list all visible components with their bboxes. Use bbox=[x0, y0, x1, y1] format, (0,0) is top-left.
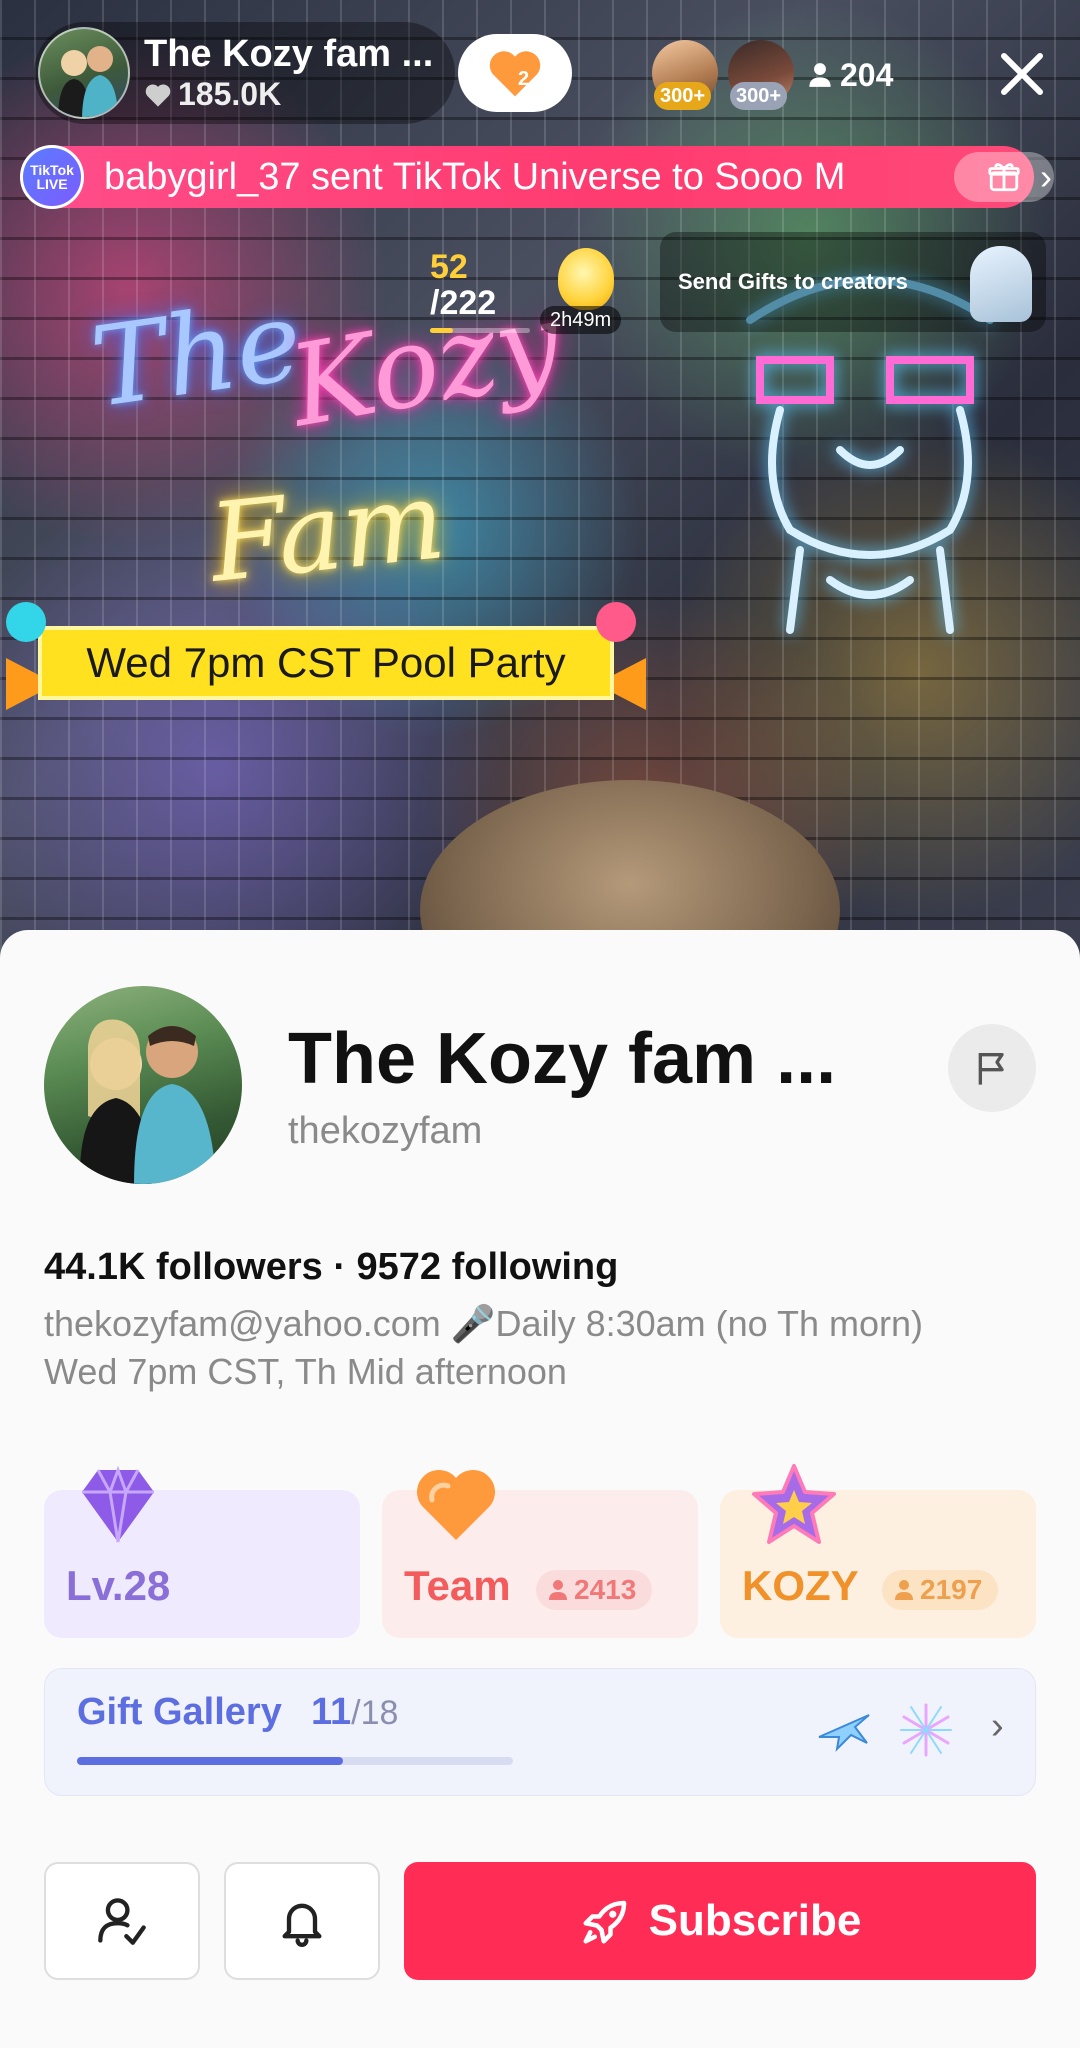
subscribe-label: Subscribe bbox=[648, 1896, 862, 1945]
host-likes-count: 185.0K bbox=[178, 76, 282, 112]
star-icon bbox=[752, 1464, 836, 1544]
follow-count: 2 bbox=[518, 68, 530, 90]
gift-gallery-progress-bar bbox=[77, 1757, 513, 1765]
person-icon bbox=[809, 63, 831, 87]
viewer-count[interactable]: 204 bbox=[808, 52, 893, 98]
balloon-icon bbox=[596, 602, 636, 642]
top-viewer-badge: 300+ bbox=[654, 82, 712, 110]
profile-name: The Kozy fam ... bbox=[288, 1019, 837, 1099]
follow-check-icon bbox=[98, 1898, 146, 1945]
neon-sign-fam: Fam bbox=[204, 458, 451, 607]
neon-sign-the: The bbox=[84, 276, 310, 432]
fan-club-label: KOZY bbox=[742, 1562, 859, 1609]
event-banner-text: Wed 7pm CST Pool Party bbox=[38, 626, 614, 700]
bio-line: thekozyfam@yahoo.com 🎤Daily 8:30am (no T… bbox=[44, 1303, 924, 1344]
avatar-photo-icon bbox=[79, 1019, 216, 1184]
goal-current: 52 bbox=[430, 248, 468, 286]
profile-handle: thekozyfam bbox=[288, 1110, 483, 1152]
chevron-right-icon: › bbox=[991, 1705, 1004, 1747]
host-info[interactable]: The Kozy fam ... 185.0K bbox=[34, 22, 456, 124]
gift-gallery-total: /18 bbox=[351, 1694, 399, 1732]
flag-icon bbox=[978, 1053, 1004, 1085]
goal-total: /222 bbox=[430, 284, 497, 322]
event-banner[interactable]: Wed 7pm CST Pool Party bbox=[0, 602, 652, 714]
bell-icon bbox=[282, 1903, 322, 1947]
gift-gallery-count: 11/18 bbox=[311, 1691, 398, 1734]
jet-gift-icon bbox=[818, 1714, 870, 1752]
follow-button[interactable]: 2 bbox=[458, 34, 572, 112]
goal-timer: 2h49m bbox=[540, 306, 622, 334]
goal-progress-bar bbox=[430, 328, 530, 333]
gift-icon bbox=[988, 163, 1020, 192]
heart-icon bbox=[489, 51, 541, 97]
gift-goal-widget[interactable]: 52 /222 2h49m bbox=[418, 234, 638, 334]
gift-button[interactable] bbox=[954, 152, 1054, 202]
gift-gallery-progress-fill bbox=[77, 1757, 343, 1765]
host-likes: 185.0K bbox=[144, 76, 433, 113]
subscribe-button[interactable]: Subscribe bbox=[404, 1862, 1036, 1980]
live-video: The Kozy Fam bbox=[0, 0, 1080, 960]
team-member-count: 2413 bbox=[536, 1570, 653, 1610]
goal-progress-fill bbox=[430, 328, 453, 333]
heart-icon bbox=[145, 83, 171, 107]
team-count-value: 2413 bbox=[574, 1574, 637, 1605]
fan-club-member-count: 2197 bbox=[882, 1570, 999, 1610]
level-label: Lv.28 bbox=[66, 1562, 171, 1609]
gift-gallery-title: Gift Gallery bbox=[77, 1691, 282, 1733]
send-gifts-label: Send Gifts to creators bbox=[678, 269, 908, 294]
close-icon[interactable] bbox=[996, 48, 1048, 100]
profile-sheet: The Kozy fam ... thekozyfam 44.1K follow… bbox=[0, 930, 1080, 2048]
follow-stats[interactable]: 44.1K followers · 9572 following bbox=[44, 1246, 618, 1289]
rocket-icon bbox=[583, 1900, 626, 1944]
report-button[interactable] bbox=[948, 1024, 1036, 1112]
top-viewer-badge: 300+ bbox=[730, 82, 788, 110]
person-icon bbox=[549, 1580, 567, 1600]
team-label: Team bbox=[404, 1562, 511, 1609]
profile-bio: thekozyfam@yahoo.com 🎤Daily 8:30am (no T… bbox=[44, 1300, 1044, 1396]
notification-button[interactable] bbox=[224, 1862, 380, 1980]
chevron-right-icon[interactable]: › bbox=[1040, 156, 1052, 198]
gift-gallery-collected: 11 bbox=[311, 1691, 352, 1733]
fan-club-card[interactable]: KOZY 2197 bbox=[720, 1464, 1036, 1638]
balloon-icon bbox=[6, 602, 46, 642]
fan-club-count-value: 2197 bbox=[920, 1574, 983, 1605]
heart-icon bbox=[416, 1469, 496, 1540]
send-gifts-banner[interactable]: Send Gifts to creators bbox=[660, 232, 1046, 332]
gift-machine-icon bbox=[970, 246, 1032, 322]
gift-gallery[interactable]: Gift Gallery 11/18 › bbox=[44, 1668, 1036, 1796]
team-card[interactable]: Team 2413 bbox=[382, 1469, 698, 1638]
viewer-count-value: 204 bbox=[840, 56, 894, 93]
tiktok-live-logo: TikTok LIVE bbox=[20, 145, 84, 209]
level-card[interactable]: Lv.28 bbox=[44, 1465, 360, 1638]
bio-line: Wed 7pm CST, Th Mid afternoon bbox=[44, 1351, 567, 1392]
fireworks-gift-icon bbox=[900, 1703, 952, 1757]
profile-avatar[interactable] bbox=[44, 986, 242, 1184]
following-button[interactable] bbox=[44, 1862, 200, 1980]
badge-cards: Lv.28 Team 2413 KOZY 2197 bbox=[44, 1464, 1036, 1640]
gift-notice-text: babygirl_37 sent TikTok Universe to Sooo… bbox=[104, 155, 846, 198]
chick-gift-icon bbox=[558, 248, 614, 310]
person-icon bbox=[895, 1580, 913, 1600]
diamond-icon bbox=[82, 1465, 154, 1543]
avatar-photo-icon bbox=[58, 46, 118, 117]
gift-notice-banner[interactable]: TikTok LIVE babygirl_37 sent TikTok Univ… bbox=[20, 145, 1054, 209]
host-avatar[interactable] bbox=[38, 27, 130, 119]
host-name: The Kozy fam ... bbox=[144, 33, 434, 75]
